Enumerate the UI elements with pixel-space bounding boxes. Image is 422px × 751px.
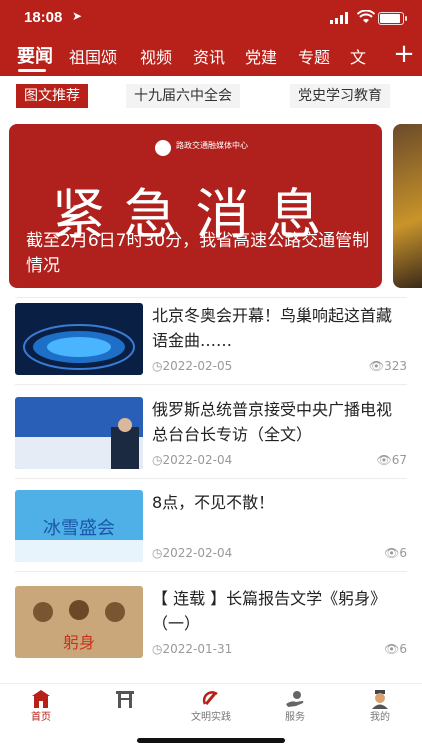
clock-icon: ◷ [152,546,163,560]
news-thumbnail [15,303,143,375]
location-arrow-icon: ➤ [72,9,83,23]
news-item[interactable]: 躬身 【 连载 】长篇报告文学《躬身》（一） ◷2022-01-31 👁6 [15,586,407,666]
news-views: 👁6 [384,546,407,560]
news-views: 👁323 [368,359,407,373]
add-channel-button[interactable]: + [386,34,422,76]
news-date: ◷2022-02-04 [152,453,233,467]
battery-icon [378,12,407,25]
divider [15,297,407,298]
gate-icon [116,691,134,708]
tab-zuguosong[interactable]: 祖国颂 [69,44,117,68]
news-thumbnail [15,397,143,469]
subtab-graphic-recommend[interactable]: 图文推荐 [16,84,88,108]
divider [15,478,407,479]
divider [15,384,407,385]
news-item[interactable]: 冰雪盛会 8点，不见不散！ ◷2022-02-04 👁6 [15,490,407,570]
news-views: 👁67 [376,453,407,467]
hammer-sickle-icon [202,691,218,706]
tab-news[interactable]: 资讯 [193,44,225,68]
home-gate-icon [32,690,50,708]
news-item[interactable]: 俄罗斯总统普京接受中央广播电视总台台长专访（全文） ◷2022-02-04 👁6… [15,397,407,477]
subtab-party-history[interactable]: 党史学习教育 [290,84,390,108]
tab-culture[interactable]: 文 [350,44,366,68]
divider [15,571,407,572]
nav-home-label: 首页 [31,712,51,723]
banner-slide[interactable]: 路政交通融媒体中心 紧急消息 截至2月6日7时30分，我省高速公路交通管制情况 [9,124,382,288]
service-hand-icon [286,691,304,707]
status-time: 18:08 [24,9,63,26]
cellular-signal-icon [330,12,348,24]
nav-civilization-label: 文明实践 [191,712,231,723]
nav-service-label: 服务 [285,712,305,723]
news-date: ◷2022-01-31 [152,642,233,656]
clock-icon: ◷ [152,359,163,373]
user-icon [372,690,388,709]
eye-icon: 👁 [384,642,400,656]
sub-tabs: 图文推荐 十九届六中全会 党史学习教育 [0,76,422,114]
eye-icon: 👁 [376,453,392,467]
tab-video[interactable]: 视频 [140,44,172,68]
thumbnail-caption: 躬身 [63,633,95,652]
clock-icon: ◷ [152,642,163,656]
news-title: 俄罗斯总统普京接受中央广播电视总台台长专访（全文） [152,400,393,444]
news-date: ◷2022-02-04 [152,546,233,560]
eye-icon: 👁 [368,359,385,373]
home-indicator [137,738,285,743]
tab-yaowen[interactable]: 要闻 [17,42,53,68]
tab-party-building[interactable]: 党建 [245,44,277,68]
news-title: 北京冬奥会开幕！鸟巢响起这首藏语金曲…… [152,306,393,350]
next-banner-preview[interactable] [393,124,422,288]
news-thumbnail: 躬身 [15,586,143,658]
news-thumbnail: 冰雪盛会 [15,490,143,562]
news-title: 【 连载 】长篇报告文学《躬身》（一） [152,589,387,633]
news-date: ◷2022-02-05 [152,359,233,373]
subtab-sixth-plenum[interactable]: 十九届六中全会 [126,84,240,108]
active-tab-indicator [18,69,46,72]
nav-profile-label: 我的 [370,712,390,723]
news-item[interactable]: 北京冬奥会开幕！鸟巢响起这首藏语金曲…… ◷2022-02-05 👁323 [15,303,407,383]
wifi-icon [357,10,375,23]
eye-icon: 👁 [384,546,400,560]
media-center-logo [155,140,171,156]
banner-caption: 截至2月6日7时30分，我省高速公路交通管制情况 [26,231,370,276]
news-title: 8点，不见不散！ [152,493,275,512]
clock-icon: ◷ [152,453,163,467]
thumbnail-caption: 冰雪盛会 [43,518,115,539]
banner-org-name: 路政交通融媒体中心 [176,141,248,150]
status-bar: 18:08 ➤ [0,0,422,34]
tab-special-topics[interactable]: 专题 [298,44,330,68]
category-tabs: 要闻 祖国颂 视频 资讯 党建 专题 文 + [0,34,422,76]
news-views: 👁6 [384,642,407,656]
